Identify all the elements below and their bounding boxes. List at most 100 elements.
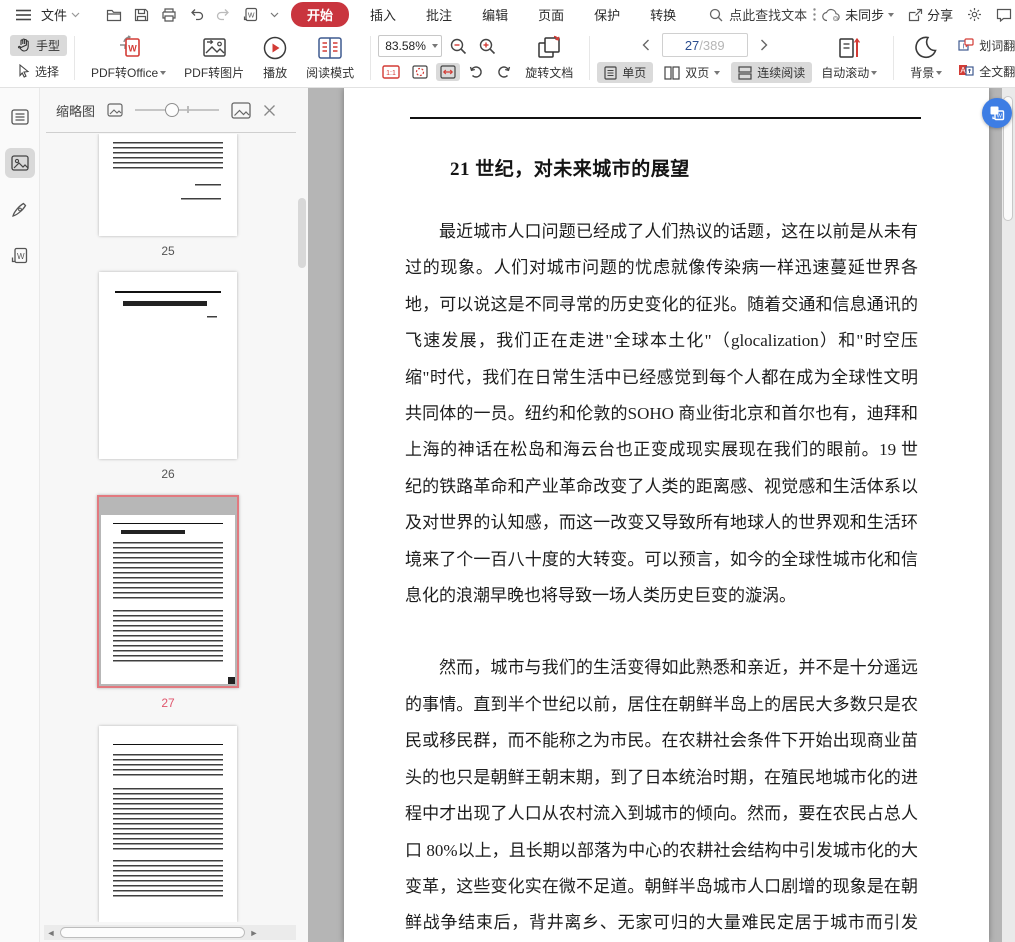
read-mode-label: 阅读模式 (306, 66, 355, 80)
document-body: 最近城市人口问题已经成了人们热议的话题，这在以前是从未有过的现象。人们对城市问题… (405, 214, 918, 942)
background-label: 背景 (910, 66, 935, 80)
select-tool-button[interactable]: 选择 (10, 61, 67, 82)
large-thumbnail-icon[interactable] (231, 101, 251, 119)
fit-page-button[interactable] (408, 63, 432, 81)
pdf-to-office-icon: W (119, 35, 140, 57)
scroll-left-arrow[interactable]: ◄ (44, 928, 58, 938)
thumbnail-page-26[interactable] (99, 272, 237, 459)
find-text-label: 点此查找文本 (729, 8, 808, 23)
continuous-read-button[interactable]: 连续阅读 (731, 62, 813, 83)
word-translate-button[interactable]: I 划词翻译 (951, 35, 1015, 56)
menu-bar: 文件 W 开始 插入 批注 编辑 页面 保护 转换 点此查找文本 未同步 分享 (0, 0, 1015, 29)
tab-convert[interactable]: 转换 (635, 3, 691, 26)
scroll-right-arrow[interactable]: ► (247, 928, 261, 938)
tab-edit[interactable]: 编辑 (467, 3, 523, 26)
thumbnail-page-27-selected[interactable] (97, 494, 239, 688)
tab-protect[interactable]: 保护 (579, 3, 635, 26)
document-scrollbar[interactable] (1002, 88, 1015, 942)
pdf-to-office-button[interactable]: W PDF转Office (82, 35, 175, 81)
read-mode-button[interactable]: 阅读模式 (297, 35, 363, 81)
word-translate-icon: I (958, 38, 974, 51)
full-translate-button[interactable]: A 全文翻译 (951, 61, 1015, 82)
undo-icon[interactable] (183, 8, 210, 21)
sync-status-button[interactable]: 未同步 (816, 5, 900, 24)
single-page-view-button[interactable]: 单页 (597, 62, 654, 83)
tab-home[interactable]: 开始 (291, 2, 350, 27)
fit-width-button[interactable] (436, 62, 461, 81)
zoom-dropdown-icon[interactable] (432, 44, 439, 48)
chevron-down-icon (888, 12, 895, 17)
settings-gear-icon[interactable] (961, 7, 988, 22)
floating-translate-button[interactable]: W (982, 98, 1012, 128)
actual-size-button[interactable]: 1:1 (378, 63, 404, 81)
rotate-right-button[interactable] (492, 62, 516, 81)
thumbnail-panel: 缩略图 25 26 27 ◄ ► (40, 88, 308, 942)
zoom-in-button[interactable] (475, 38, 500, 55)
divider (589, 36, 591, 80)
panel-scrollbar-thumb[interactable] (298, 198, 306, 268)
slider-handle[interactable] (165, 103, 180, 117)
tab-insert[interactable]: 插入 (355, 3, 411, 26)
horizontal-scroll-thumb[interactable] (60, 927, 245, 938)
hand-tool-button[interactable]: 手型 (10, 34, 68, 56)
divider (893, 36, 895, 80)
open-file-icon[interactable] (100, 8, 128, 22)
hamburger-menu-icon[interactable] (10, 9, 37, 21)
share-button[interactable]: 分享 (902, 5, 959, 24)
panel-horizontal-scrollbar[interactable]: ◄ ► (44, 925, 296, 940)
next-page-button[interactable] (752, 39, 776, 51)
full-translate-icon: A (959, 65, 974, 76)
file-menu-button[interactable]: 文件 (37, 5, 84, 24)
pdf-to-office-label: PDF转Office (91, 66, 159, 80)
rotate-left-button[interactable] (464, 62, 488, 81)
hand-tool-label: 手型 (36, 38, 61, 53)
rotate-document-label: 旋转文档 (525, 66, 574, 80)
chevron-down-icon (871, 70, 878, 75)
find-text-button[interactable]: 点此查找文本 (709, 5, 816, 24)
svg-text:1:1: 1:1 (386, 70, 396, 77)
single-page-icon (604, 65, 617, 80)
thumbnail-page-28[interactable] (99, 725, 237, 922)
previous-page-button[interactable] (634, 39, 658, 51)
document-heading: 21 世纪，对未来城市的展望 (450, 159, 690, 180)
moon-icon (915, 36, 937, 59)
feedback-comment-icon[interactable] (990, 8, 1015, 22)
export-word-panel-icon[interactable]: W (5, 240, 35, 270)
close-panel-icon[interactable] (263, 104, 276, 117)
document-view[interactable]: 21 世纪，对未来城市的展望 最近城市人口问题已经成了人们热议的话题，这在以前是… (308, 88, 1015, 942)
outline-panel-icon[interactable] (5, 102, 35, 132)
small-thumbnail-icon[interactable] (107, 103, 123, 117)
pdf-page[interactable]: 21 世纪，对未来城市的展望 最近城市人口问题已经成了人们热议的话题，这在以前是… (344, 88, 989, 942)
floating-convert-icon: W (990, 106, 1005, 121)
thumbnail-size-slider[interactable] (135, 103, 220, 117)
viewport-indicator (228, 676, 235, 684)
save-icon[interactable] (128, 8, 155, 22)
thumbnail-label-active: 27 (161, 695, 175, 710)
paragraph: 然而，城市与我们的生活变得如此熟悉和亲近，并不是十分遥远的事情。直到半个世纪以前… (405, 658, 918, 933)
play-icon (263, 36, 287, 60)
tab-page[interactable]: 页面 (523, 3, 579, 26)
divider (370, 36, 372, 80)
double-page-view-button[interactable]: 双页 (657, 62, 727, 83)
pdf-to-image-button[interactable]: PDF转图片 (175, 35, 253, 81)
thumbnail-page-25[interactable] (99, 134, 237, 237)
quickbar-dropdown-icon[interactable] (264, 12, 285, 18)
export-word-icon[interactable]: W (237, 7, 264, 22)
background-button[interactable]: 背景 (901, 35, 951, 81)
print-icon[interactable] (155, 7, 183, 22)
svg-text:W: W (17, 252, 25, 261)
redo-icon[interactable] (210, 8, 237, 21)
zoom-out-button[interactable] (446, 38, 471, 55)
play-button[interactable]: 播放 (253, 35, 297, 81)
full-translate-label: 全文翻译 (979, 64, 1015, 79)
open-book-icon (318, 37, 342, 59)
thumbnail-panel-icon[interactable] (4, 148, 35, 178)
svg-text:W: W (248, 13, 255, 20)
rotate-document-button[interactable]: 旋转文档 (516, 35, 582, 81)
annotation-pen-icon[interactable] (5, 194, 35, 224)
auto-scroll-button[interactable]: 自动滚动 (812, 35, 886, 81)
pdf-to-image-label: PDF转图片 (184, 66, 245, 80)
page-number-input[interactable]: 27/389 (661, 33, 748, 57)
tab-annotate[interactable]: 批注 (411, 3, 467, 26)
cloud-unsynced-icon (822, 8, 840, 21)
